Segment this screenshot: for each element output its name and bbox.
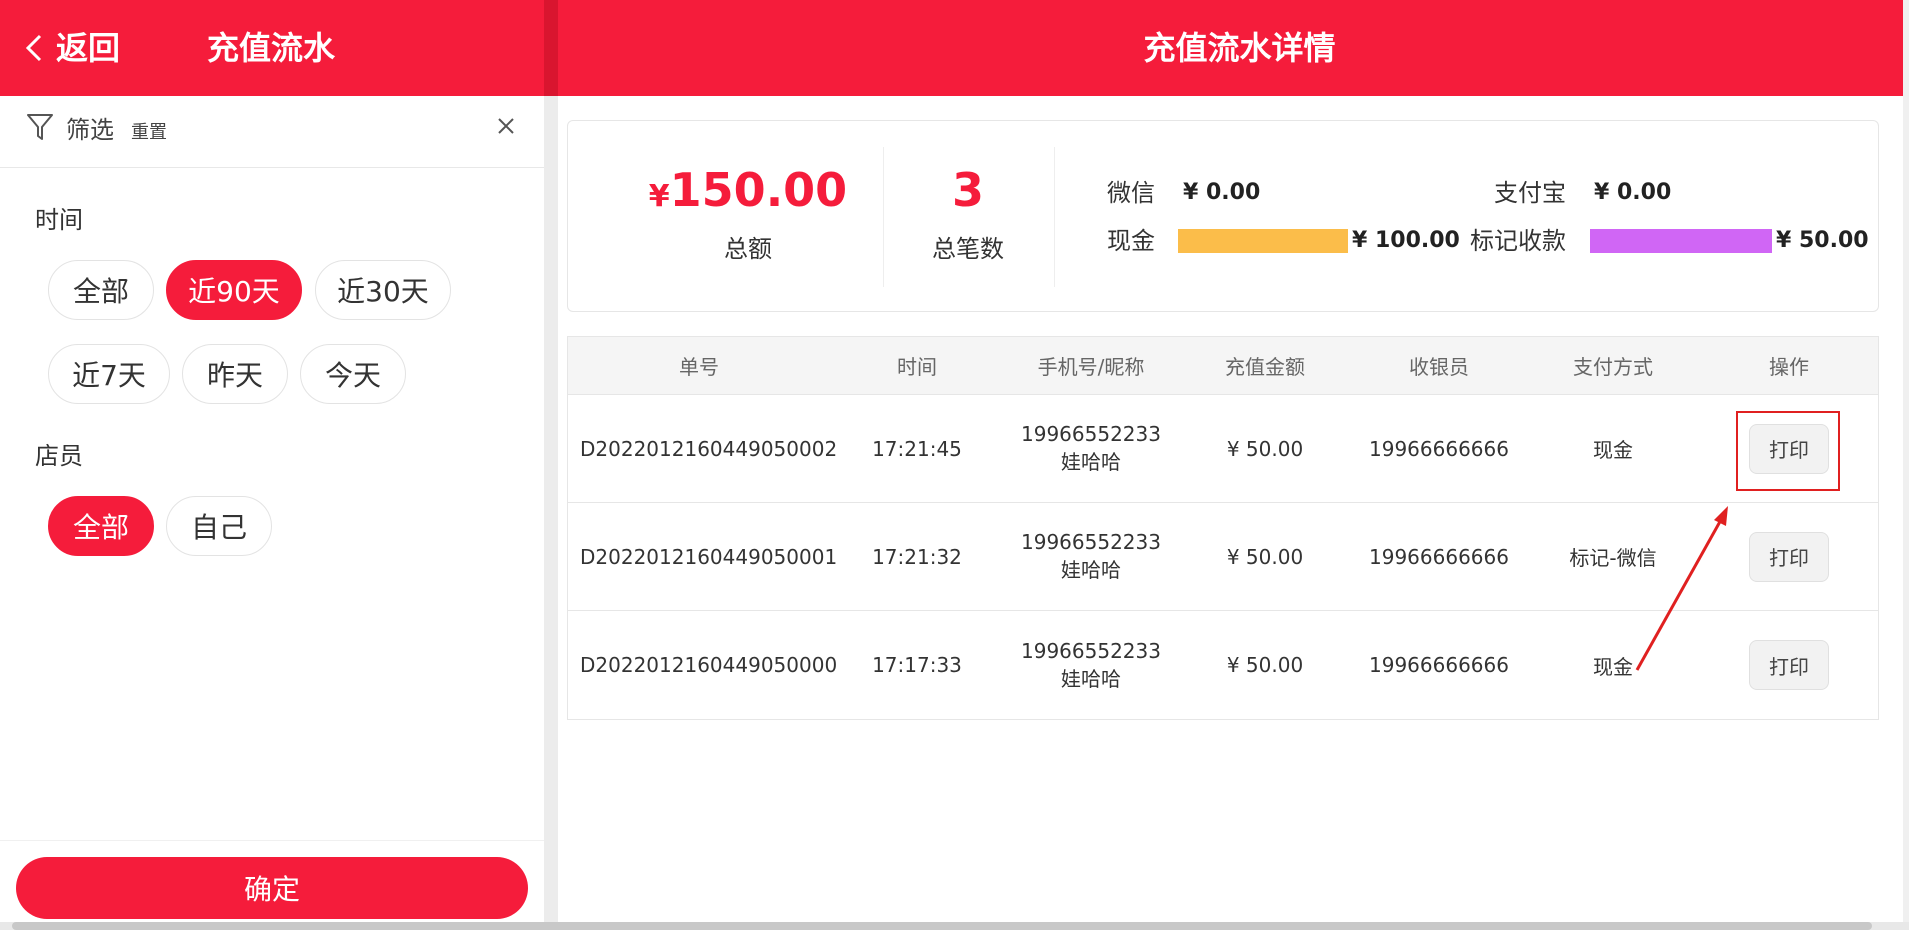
staff-chip-self[interactable]: 自己: [166, 496, 272, 556]
divider: [883, 147, 884, 287]
staff-section-label: 店员: [35, 442, 83, 470]
col-action: 操作: [1769, 355, 1809, 379]
payment-marked-value: ¥ 50.00: [1776, 228, 1869, 253]
payment-cash-label: 现金: [1107, 227, 1155, 255]
filter-bar: 筛选 重置: [0, 96, 544, 168]
print-button[interactable]: 打印: [1749, 531, 1829, 582]
time-chip-30days[interactable]: 近30天: [315, 260, 451, 320]
horizontal-scrollbar-thumb[interactable]: [12, 922, 1872, 930]
col-method: 支付方式: [1573, 355, 1653, 379]
payment-marked-bar: [1590, 229, 1772, 253]
total-amount: ¥150.00: [638, 163, 858, 217]
print-button[interactable]: 打印: [1749, 640, 1829, 690]
order-number: D2022012160449050002: [580, 436, 838, 461]
row-phone: 19966552233: [1021, 422, 1161, 446]
back-button[interactable]: 返回: [22, 28, 120, 68]
col-order: 单号: [679, 355, 719, 379]
divider: [1054, 147, 1055, 287]
payment-alipay-value: ¥ 0.00: [1594, 180, 1672, 205]
row-phone: 19966552233: [1021, 638, 1161, 663]
table-row: D2022012160449050000 17:17:33 1996655223…: [568, 611, 1878, 719]
col-amount: 充值金额: [1225, 355, 1305, 379]
time-chip-yesterday[interactable]: 昨天: [182, 344, 288, 404]
row-time: 17:21:32: [872, 544, 962, 569]
annotation-highlight-box: [1736, 411, 1840, 491]
total-amount-label: 总额: [724, 235, 772, 263]
chevron-left-icon: [25, 34, 42, 62]
left-header: 返回 充值流水: [0, 0, 544, 96]
panel-title: 充值流水: [207, 29, 336, 67]
time-section-label: 时间: [35, 206, 83, 234]
table-header: 单号 时间 手机号/昵称 充值金额 收银员 支付方式 操作: [568, 337, 1878, 395]
row-cashier: 19966666666: [1369, 653, 1509, 677]
row-phone-nickname: 19966552233 娃哈哈: [1004, 395, 1178, 502]
currency-symbol: ¥: [648, 179, 670, 214]
time-chip-90days[interactable]: 近90天: [166, 260, 302, 320]
row-cashier: 19966666666: [1369, 436, 1509, 461]
payment-wechat-value: ¥ 0.00: [1183, 180, 1261, 205]
payment-alipay-label: 支付宝: [1494, 179, 1566, 207]
row-time: 17:17:33: [872, 653, 962, 677]
row-method: 现金: [1593, 438, 1633, 462]
row-time: 17:21:45: [872, 436, 962, 461]
time-chip-all[interactable]: 全部: [48, 260, 154, 320]
total-count-label: 总笔数: [932, 235, 1004, 263]
row-nickname: 娃哈哈: [1061, 558, 1121, 582]
back-label: 返回: [56, 29, 121, 67]
staff-chip-all[interactable]: 全部: [48, 496, 154, 556]
table-row: D2022012160449050002 17:21:45 1996655223…: [568, 395, 1878, 503]
row-nickname: 娃哈哈: [1061, 450, 1121, 474]
payment-marked-label: 标记收款: [1470, 227, 1566, 255]
time-chip-7days[interactable]: 近7天: [48, 344, 170, 404]
row-amount: ¥ 50.00: [1226, 436, 1304, 461]
row-amount: ¥ 50.00: [1226, 653, 1304, 677]
filter-icon: [27, 114, 53, 140]
row-phone: 19966552233: [1021, 530, 1161, 554]
row-cashier: 19966666666: [1369, 544, 1509, 569]
col-time: 时间: [897, 355, 937, 379]
filter-panel: 返回 充值流水 筛选 重置 时间 全部 近90天 近30天 近7天 昨天 今天 …: [0, 0, 544, 930]
payment-cash-bar: [1178, 229, 1348, 253]
col-cashier: 收银员: [1409, 355, 1469, 379]
divider: [0, 840, 544, 841]
row-phone-nickname: 19966552233 娃哈哈: [1004, 503, 1178, 610]
close-icon[interactable]: [496, 116, 516, 136]
summary-card: ¥150.00 总额 3 总笔数 微信 ¥ 0.00 支付宝 ¥ 0.00 现金…: [567, 120, 1879, 312]
detail-header: 充值流水详情: [558, 0, 1903, 96]
row-amount: ¥ 50.00: [1226, 544, 1304, 569]
reset-button[interactable]: 重置: [131, 120, 167, 146]
time-chip-today[interactable]: 今天: [300, 344, 406, 404]
row-action: 打印: [1700, 611, 1878, 719]
confirm-button[interactable]: 确定: [16, 857, 528, 919]
order-number: D2022012160449050001: [580, 544, 838, 569]
payment-cash-value: ¥ 100.00: [1352, 228, 1460, 253]
row-phone-nickname: 19966552233 娃哈哈: [1004, 611, 1178, 719]
panel-gutter-header: [544, 0, 558, 96]
filter-label: 筛选: [66, 116, 114, 144]
total-amount-value: 150.00: [669, 163, 848, 217]
col-phone: 手机号/昵称: [1037, 355, 1145, 379]
row-method: 标记-微信: [1569, 546, 1657, 570]
row-action: 打印: [1700, 503, 1878, 610]
panel-gutter: [544, 0, 558, 930]
row-method: 现金: [1593, 654, 1633, 679]
detail-title: 充值流水详情: [1143, 29, 1336, 67]
row-nickname: 娃哈哈: [1061, 666, 1121, 691]
order-number: D2022012160449050000: [580, 653, 838, 677]
vertical-scrollbar[interactable]: [1903, 0, 1909, 922]
recharge-table: 单号 时间 手机号/昵称 充值金额 收银员 支付方式 操作 D202201216…: [567, 336, 1879, 720]
payment-wechat-label: 微信: [1107, 179, 1155, 207]
total-count-value: 3: [951, 163, 984, 217]
table-row: D2022012160449050001 17:21:32 1996655223…: [568, 503, 1878, 611]
